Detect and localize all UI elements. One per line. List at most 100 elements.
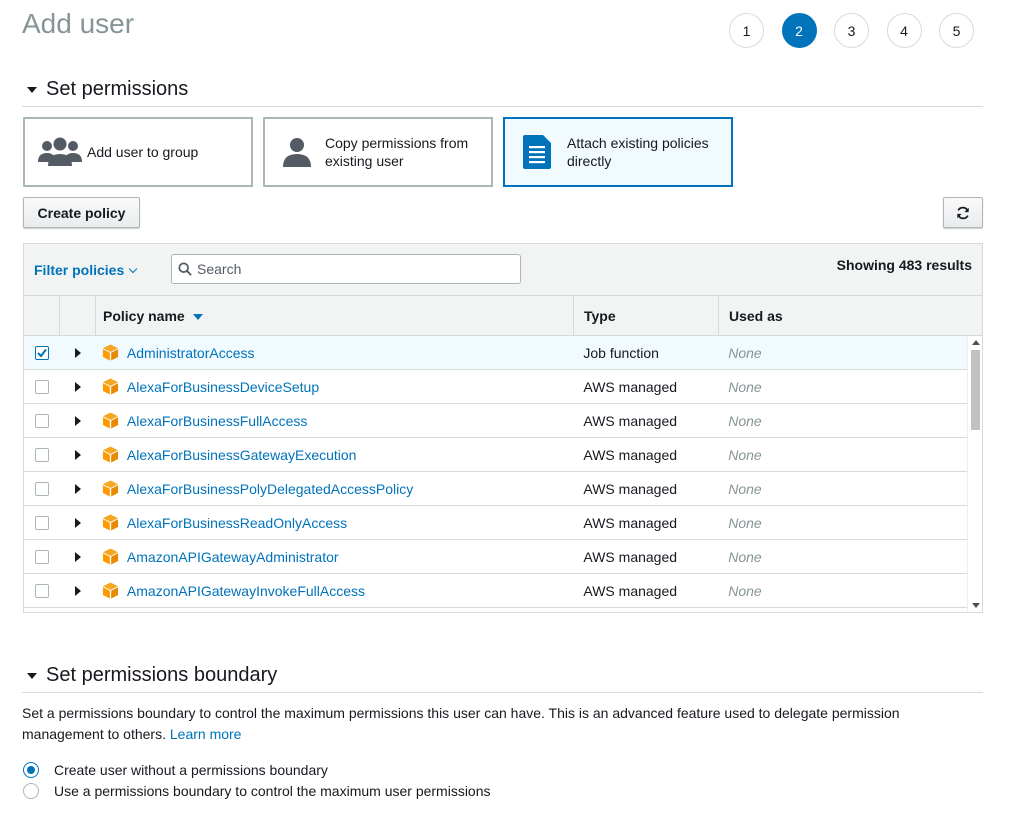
policy-cube-icon — [102, 344, 118, 361]
attach-policies-option[interactable]: Attach existing policies directly — [503, 117, 733, 187]
policy-used-as-cell: None — [728, 480, 762, 497]
copy-permissions-option[interactable]: Copy permissions from existing user — [263, 117, 493, 187]
row-select-cell — [24, 549, 60, 564]
table-row[interactable]: AlexaForBusinessGatewayExecution AWS man… — [24, 438, 968, 472]
row-checkbox[interactable] — [34, 515, 49, 530]
row-select-cell — [24, 515, 60, 530]
policy-name-link[interactable]: AdministratorAccess — [127, 345, 255, 361]
step-1[interactable]: 1 — [729, 13, 764, 48]
policy-name-header-label: Policy name — [103, 307, 185, 324]
policy-name-link[interactable]: AlexaForBusinessGatewayExecution — [127, 447, 357, 463]
scroll-down-arrow-icon[interactable] — [972, 603, 980, 608]
table-scrollbar[interactable] — [967, 336, 982, 612]
search-icon — [178, 262, 192, 276]
expand-caret-icon[interactable] — [74, 483, 81, 494]
policy-cube-icon — [102, 412, 118, 429]
table-row[interactable]: AlexaForBusinessFullAccess AWS managed N… — [24, 404, 968, 438]
copy-permissions-label: Copy permissions from existing user — [325, 135, 469, 169]
policy-name-cell: AlexaForBusinessReadOnlyAccess — [96, 514, 573, 531]
policy-cube-icon — [102, 480, 118, 497]
use-boundary-radio-option[interactable]: Use a permissions boundary to control th… — [23, 783, 491, 799]
policy-type-cell: AWS managed — [583, 514, 678, 531]
use-boundary-radio[interactable] — [23, 783, 39, 799]
learn-more-link[interactable]: Learn more — [170, 726, 242, 742]
scroll-thumb[interactable] — [971, 350, 980, 430]
row-checkbox[interactable] — [34, 583, 49, 598]
table-row[interactable]: AmazonAPIGatewayAdministrator AWS manage… — [24, 540, 968, 574]
no-boundary-radio[interactable] — [23, 762, 39, 778]
policy-used-as-cell: None — [728, 378, 762, 395]
row-select-cell — [24, 583, 60, 598]
document-icon — [521, 135, 553, 169]
expand-caret-icon[interactable] — [74, 449, 81, 460]
row-expand-cell — [60, 483, 96, 494]
filter-policies-dropdown[interactable]: Filter policies — [34, 262, 138, 278]
policy-name-column-header[interactable]: Policy name — [96, 296, 574, 335]
row-checkbox[interactable] — [34, 413, 49, 428]
search-input[interactable] — [197, 261, 497, 277]
boundary-description-text: Set a permissions boundary to control th… — [22, 705, 900, 742]
scroll-up-arrow-icon[interactable] — [972, 340, 980, 345]
row-checkbox[interactable] — [34, 447, 49, 462]
table-body: AdministratorAccess Job function None Al… — [24, 336, 982, 612]
policy-type-cell: AWS managed — [583, 446, 678, 463]
used-as-column-header[interactable]: Used as — [719, 296, 982, 335]
policy-name-cell: AlexaForBusinessFullAccess — [96, 412, 573, 429]
policy-name-cell: AlexaForBusinessPolyDelegatedAccessPolic… — [96, 480, 573, 497]
set-permissions-boundary-header[interactable]: Set permissions boundary — [22, 663, 983, 693]
policy-used-as-cell: None — [728, 412, 762, 429]
table-row[interactable]: AlexaForBusinessPolyDelegatedAccessPolic… — [24, 472, 968, 506]
used-as-header-label: Used as — [729, 307, 783, 324]
policy-type-cell: AWS managed — [583, 582, 678, 599]
row-checkbox[interactable] — [34, 345, 49, 360]
policy-name-link[interactable]: AlexaForBusinessPolyDelegatedAccessPolic… — [127, 481, 413, 497]
row-expand-cell — [60, 347, 96, 358]
expand-column-header — [60, 296, 96, 335]
policy-name-link[interactable]: AmazonAPIGatewayInvokeFullAccess — [127, 583, 365, 599]
policy-type-cell: AWS managed — [583, 480, 678, 497]
expand-caret-icon[interactable] — [74, 415, 81, 426]
policy-name-link[interactable]: AlexaForBusinessDeviceSetup — [127, 379, 319, 395]
table-row[interactable]: AmazonAPIGatewayInvokeFullAccess AWS man… — [24, 574, 968, 608]
table-row[interactable]: AlexaForBusinessDeviceSetup AWS managed … — [24, 370, 968, 404]
refresh-button[interactable] — [943, 197, 983, 228]
set-permissions-header[interactable]: Set permissions — [22, 77, 983, 107]
expand-caret-icon[interactable] — [74, 381, 81, 392]
attach-policies-label: Attach existing policies directly — [567, 135, 709, 169]
refresh-icon — [957, 206, 969, 219]
add-user-to-group-option[interactable]: Add user to group — [23, 117, 253, 187]
no-boundary-radio-option[interactable]: Create user without a permissions bounda… — [23, 762, 328, 778]
search-box[interactable] — [171, 254, 521, 284]
table-row[interactable]: AlexaForBusinessReadOnlyAccess AWS manag… — [24, 506, 968, 540]
expand-caret-icon[interactable] — [74, 551, 81, 562]
type-column-header[interactable]: Type — [574, 296, 719, 335]
row-expand-cell — [60, 551, 96, 562]
row-select-cell — [24, 447, 60, 462]
create-policy-button[interactable]: Create policy — [23, 197, 140, 228]
step-5[interactable]: 5 — [939, 13, 974, 48]
policy-type-cell: AWS managed — [583, 548, 678, 565]
policy-name-cell: AdministratorAccess — [96, 344, 573, 361]
no-boundary-label: Create user without a permissions bounda… — [54, 762, 328, 778]
row-checkbox[interactable] — [34, 379, 49, 394]
set-permissions-boundary-title: Set permissions boundary — [46, 664, 278, 686]
add-user-to-group-label: Add user to group — [87, 144, 199, 160]
step-2[interactable]: 2 — [781, 13, 817, 48]
policy-name-link[interactable]: AmazonAPIGatewayAdministrator — [127, 549, 339, 565]
row-checkbox[interactable] — [34, 549, 49, 564]
step-3[interactable]: 3 — [834, 13, 869, 48]
expand-caret-icon[interactable] — [74, 347, 81, 358]
policy-name-link[interactable]: AlexaForBusinessFullAccess — [127, 413, 308, 429]
expand-caret-icon[interactable] — [74, 585, 81, 596]
policy-used-as-cell: None — [728, 514, 762, 531]
row-checkbox[interactable] — [34, 481, 49, 496]
use-boundary-label: Use a permissions boundary to control th… — [54, 783, 491, 799]
expand-caret-icon[interactable] — [74, 517, 81, 528]
policy-cube-icon — [102, 446, 118, 463]
policy-cube-icon — [102, 582, 118, 599]
policy-name-cell: AlexaForBusinessGatewayExecution — [96, 446, 573, 463]
step-4[interactable]: 4 — [886, 13, 922, 48]
policy-type-cell: Job function — [583, 344, 659, 361]
table-row[interactable]: AdministratorAccess Job function None — [24, 336, 968, 370]
policy-name-link[interactable]: AlexaForBusinessReadOnlyAccess — [127, 515, 347, 531]
